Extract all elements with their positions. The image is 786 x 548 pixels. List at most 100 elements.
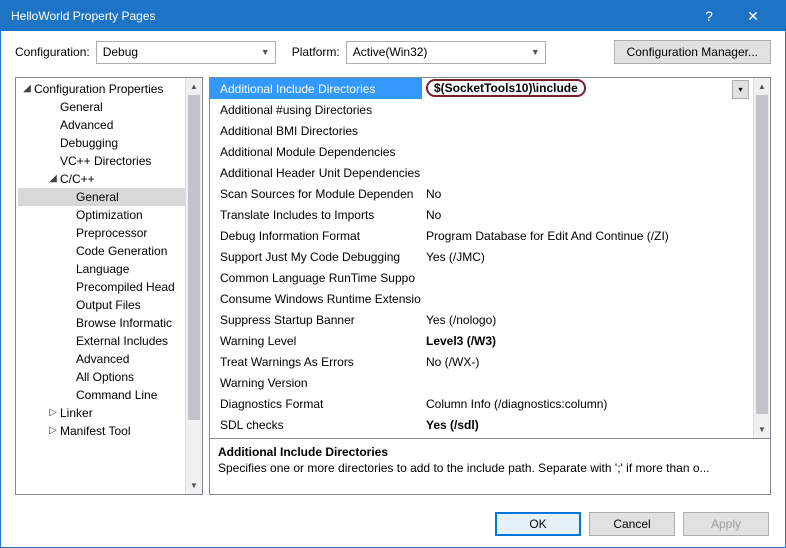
property-row[interactable]: Additional #using Directories [210, 99, 753, 120]
tree-node[interactable]: ▶Optimization [18, 206, 185, 224]
tree-label: Configuration Properties [32, 80, 163, 98]
property-row[interactable]: Diagnostics FormatColumn Info (/diagnost… [210, 393, 753, 414]
dropdown-button[interactable]: ▾ [732, 80, 749, 99]
property-value[interactable]: Program Database for Edit And Continue (… [422, 225, 753, 246]
property-value[interactable]: Yes (/nologo) [422, 309, 753, 330]
property-row[interactable]: SDL checksYes (/sdl) [210, 414, 753, 435]
dialog-body: ◢Configuration Properties▶General▶Advanc… [1, 65, 785, 501]
caret-icon[interactable]: ▷ [48, 422, 58, 440]
property-value[interactable] [422, 99, 753, 120]
property-value[interactable] [422, 288, 753, 309]
property-value[interactable] [422, 372, 753, 393]
description-panel: Additional Include Directories Specifies… [209, 439, 771, 495]
tree-node[interactable]: ▶Output Files [18, 296, 185, 314]
property-grid[interactable]: Additional Include Directories$(SocketTo… [210, 78, 753, 438]
property-value[interactable]: $(SocketTools10)\include▾ [422, 78, 753, 99]
tree-label: Language [74, 260, 129, 278]
configuration-manager-button[interactable]: Configuration Manager... [614, 40, 771, 64]
property-name: Debug Information Format [210, 225, 422, 246]
tree-node[interactable]: ▶Preprocessor [18, 224, 185, 242]
tree-label: C/C++ [58, 170, 95, 188]
property-row[interactable]: Support Just My Code DebuggingYes (/JMC) [210, 246, 753, 267]
cancel-button[interactable]: Cancel [589, 512, 675, 536]
tree-label: Code Generation [74, 242, 167, 260]
tree-node[interactable]: ▶Language [18, 260, 185, 278]
tree-node[interactable]: ▷Manifest Tool [18, 422, 185, 440]
tree-node[interactable]: ▷Linker [18, 404, 185, 422]
property-value[interactable]: No [422, 204, 753, 225]
tree-node[interactable]: ◢Configuration Properties [18, 80, 185, 98]
property-row[interactable]: Warning LevelLevel3 (/W3) [210, 330, 753, 351]
property-row[interactable]: Common Language RunTime Suppo [210, 267, 753, 288]
caret-spacer: ▶ [64, 278, 74, 296]
tree-node[interactable]: ▶Advanced [18, 116, 185, 134]
caret-icon[interactable]: ◢ [48, 170, 58, 188]
help-icon[interactable]: ? [687, 8, 731, 24]
tree-label: Preprocessor [74, 224, 147, 242]
property-value[interactable]: Yes (/sdl) [422, 414, 753, 435]
property-value[interactable]: No [422, 183, 753, 204]
property-row[interactable]: Additional Header Unit Dependencies [210, 162, 753, 183]
property-name: Additional Module Dependencies [210, 141, 422, 162]
apply-button[interactable]: Apply [683, 512, 769, 536]
caret-spacer: ▶ [64, 296, 74, 314]
grid-scrollbar[interactable]: ▲ ▼ [753, 78, 770, 438]
tree-node[interactable]: ▶Debugging [18, 134, 185, 152]
tree-node[interactable]: ▶Advanced [18, 350, 185, 368]
caret-spacer: ▶ [64, 332, 74, 350]
caret-spacer: ▶ [64, 350, 74, 368]
property-value[interactable] [422, 120, 753, 141]
property-pages-window: HelloWorld Property Pages ? ✕ Configurat… [0, 0, 786, 548]
property-value[interactable] [422, 162, 753, 183]
tree-label: External Includes [74, 332, 168, 350]
property-value[interactable]: Level3 (/W3) [422, 330, 753, 351]
property-value[interactable]: Yes (/JMC) [422, 246, 753, 267]
caret-icon[interactable]: ◢ [22, 80, 32, 98]
close-icon[interactable]: ✕ [731, 8, 775, 25]
tree-scrollbar[interactable]: ▲ ▼ [185, 78, 202, 494]
property-value[interactable] [422, 141, 753, 162]
property-row[interactable]: Treat Warnings As ErrorsNo (/WX-) [210, 351, 753, 372]
property-value[interactable] [422, 267, 753, 288]
property-name: Warning Level [210, 330, 422, 351]
tree-node[interactable]: ▶Command Line [18, 386, 185, 404]
caret-spacer: ▶ [64, 386, 74, 404]
property-name: Consume Windows Runtime Extensio [210, 288, 422, 309]
scroll-up-icon[interactable]: ▲ [186, 78, 202, 95]
property-name: Suppress Startup Banner [210, 309, 422, 330]
property-row[interactable]: Suppress Startup BannerYes (/nologo) [210, 309, 753, 330]
tree-node[interactable]: ◢C/C++ [18, 170, 185, 188]
property-grid-wrap: Additional Include Directories$(SocketTo… [209, 77, 771, 439]
tree-label: Advanced [74, 350, 129, 368]
property-row[interactable]: Warning Version [210, 372, 753, 393]
tree-node[interactable]: ▶External Includes [18, 332, 185, 350]
property-row[interactable]: Scan Sources for Module DependenNo [210, 183, 753, 204]
property-row[interactable]: Translate Includes to ImportsNo [210, 204, 753, 225]
platform-combo[interactable]: Active(Win32) ▼ [346, 41, 546, 64]
tree-node[interactable]: ▶General [18, 98, 185, 116]
tree-node[interactable]: ▶VC++ Directories [18, 152, 185, 170]
tree-node[interactable]: ▶Precompiled Head [18, 278, 185, 296]
property-row[interactable]: Consume Windows Runtime Extensio [210, 288, 753, 309]
configuration-label: Configuration: [15, 45, 90, 59]
property-value[interactable]: No (/WX-) [422, 351, 753, 372]
property-row[interactable]: Additional Include Directories$(SocketTo… [210, 78, 753, 99]
property-row[interactable]: Debug Information FormatProgram Database… [210, 225, 753, 246]
tree-node[interactable]: ▶General [18, 188, 185, 206]
scroll-down-icon[interactable]: ▼ [186, 477, 202, 494]
tree-node[interactable]: ▶Browse Informatic [18, 314, 185, 332]
ok-button[interactable]: OK [495, 512, 581, 536]
tree-node[interactable]: ▶Code Generation [18, 242, 185, 260]
platform-value: Active(Win32) [353, 45, 428, 59]
property-row[interactable]: Additional Module Dependencies [210, 141, 753, 162]
property-row[interactable]: Additional BMI Directories [210, 120, 753, 141]
tree-label: Optimization [74, 206, 143, 224]
property-value[interactable]: Column Info (/diagnostics:column) [422, 393, 753, 414]
tree[interactable]: ◢Configuration Properties▶General▶Advanc… [16, 78, 185, 494]
caret-spacer: ▶ [64, 224, 74, 242]
scroll-down-icon[interactable]: ▼ [754, 421, 770, 438]
caret-icon[interactable]: ▷ [48, 404, 58, 422]
tree-node[interactable]: ▶All Options [18, 368, 185, 386]
configuration-combo[interactable]: Debug ▼ [96, 41, 276, 64]
scroll-up-icon[interactable]: ▲ [754, 78, 770, 95]
